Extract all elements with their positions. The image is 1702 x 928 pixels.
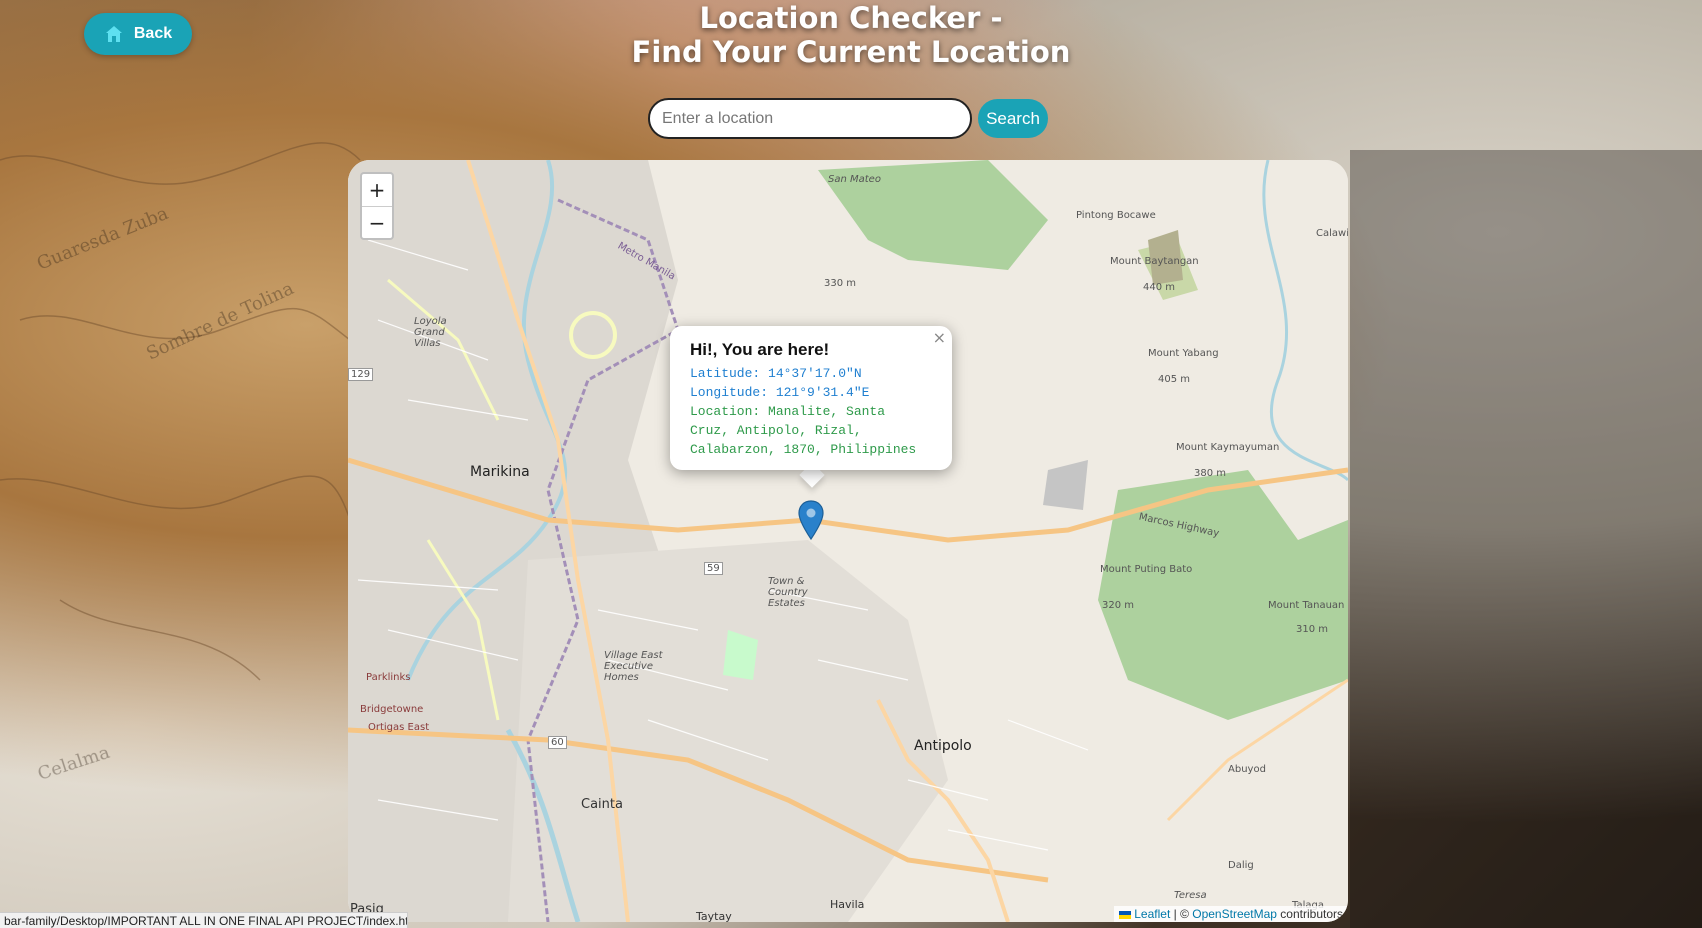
map-label-mount-puting-bato-elev: 320 m: [1102, 600, 1135, 611]
location-marker-icon[interactable]: [798, 500, 824, 540]
ukraine-flag-icon: [1118, 910, 1131, 919]
map-label-pintong-bocawe: Pintong Bocawe: [1076, 210, 1156, 221]
map-label-san-mateo: San Mateo: [828, 174, 881, 185]
map-label-mount-yabang: Mount Yabang: [1148, 348, 1219, 359]
title-line-1: Location Checker -: [699, 1, 1003, 35]
search-button[interactable]: Search: [978, 99, 1048, 138]
browser-status-bar: bar-family/Desktop/IMPORTANT ALL IN ONE …: [0, 912, 408, 928]
attribution-contributors: contributors: [1276, 907, 1343, 921]
leaflet-link[interactable]: Leaflet: [1134, 907, 1170, 921]
map-attribution: Leaflet | © OpenStreetMap contributors: [1113, 906, 1348, 922]
zoom-out-button[interactable]: −: [362, 206, 392, 238]
popup-location-line-1: Location: Manalite, Santa: [690, 404, 886, 419]
map-label-bridgetowne: Bridgetowne: [360, 704, 424, 715]
map-label-marikina: Marikina: [470, 464, 530, 480]
map-label-loyola: Loyola Grand Villas: [414, 316, 447, 349]
zoom-control: + −: [360, 172, 394, 240]
road-shield-129: 129: [348, 368, 374, 381]
popup-location-line-3: Calabarzon, 1870, Philippines: [690, 442, 917, 457]
location-popup: × Hi!, You are here! Latitude: 14°37'17.…: [670, 326, 952, 470]
map-label-elev-330: 330 m: [824, 278, 857, 289]
attribution-separator: | ©: [1170, 907, 1193, 921]
location-search-input[interactable]: [648, 98, 972, 139]
openstreetmap-link[interactable]: OpenStreetMap: [1192, 907, 1277, 921]
zoom-in-button[interactable]: +: [362, 174, 392, 206]
map-label-cainta: Cainta: [581, 797, 623, 812]
page-title: Location Checker - Find Your Current Loc…: [0, 0, 1702, 69]
map-container[interactable]: Marikina Antipolo Cainta Pasig Taytay Ha…: [348, 160, 1348, 922]
svg-text:Sombre de Tolina: Sombre de Tolina: [143, 278, 297, 365]
map-label-dalig: Dalig: [1228, 860, 1254, 871]
popup-location-line-2: Cruz, Antipolo, Rizal,: [690, 423, 862, 438]
map-label-parklinks: Parklinks: [366, 672, 411, 683]
map-label-mount-yabang-elev: 405 m: [1158, 374, 1191, 385]
map-label-village-east: Village East Executive Homes: [604, 650, 663, 683]
popup-latitude: Latitude: 14°37'17.0"N: [690, 366, 862, 381]
map-label-mount-kaymayuman: Mount Kaymayuman: [1176, 442, 1280, 453]
map-tiles[interactable]: [348, 160, 1348, 922]
map-label-taytay: Taytay: [696, 910, 732, 922]
popup-longitude: Longitude: 121°9'31.4"E: [690, 385, 870, 400]
map-label-mount-tanauan-elev: 310 m: [1296, 624, 1329, 635]
map-label-mount-tanauan: Mount Tanauan: [1268, 600, 1345, 611]
road-shield-59: 59: [704, 562, 723, 575]
map-label-antipolo: Antipolo: [914, 738, 972, 754]
map-label-calawis: Calawi: [1316, 228, 1348, 239]
map-label-town-country: Town & Country Estates: [768, 576, 808, 609]
map-label-mount-baytangan-elev: 440 m: [1143, 282, 1176, 293]
map-label-mount-puting-bato: Mount Puting Bato: [1100, 564, 1193, 575]
map-label-ortigas-east: Ortigas East: [368, 722, 430, 733]
svg-text:Celalma: Celalma: [35, 742, 113, 785]
map-label-havila: Havila: [830, 898, 865, 911]
map-label-mount-baytangan: Mount Baytangan: [1110, 256, 1199, 267]
title-line-2: Find Your Current Location: [631, 35, 1071, 69]
road-shield-60: 60: [548, 736, 567, 749]
svg-text:Guaresda Zuba: Guaresda Zuba: [34, 203, 171, 275]
map-label-abuyod: Abuyod: [1228, 764, 1266, 775]
popup-heading: Hi!, You are here!: [690, 340, 830, 359]
map-label-mount-kaymayuman-elev: 380 m: [1194, 468, 1227, 479]
map-label-teresa: Teresa: [1174, 890, 1207, 901]
popup-close-button[interactable]: ×: [933, 328, 946, 347]
